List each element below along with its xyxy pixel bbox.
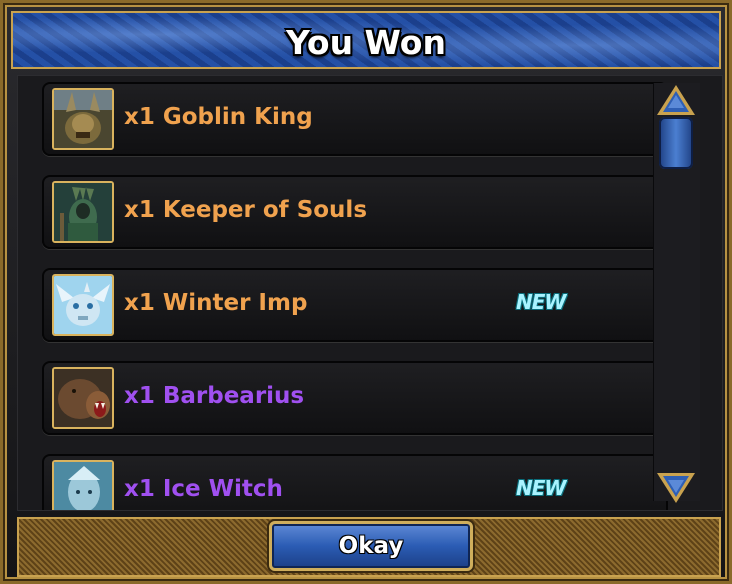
winter-imp-portrait: [52, 274, 114, 336]
keeper-of-souls-portrait: [52, 181, 114, 243]
reward-label: x1 Goblin King: [124, 104, 313, 130]
reward-list[interactable]: x1 Goblin King x1 Keeper of Souls x1 Win…: [17, 75, 723, 511]
triangle-up-icon: [657, 85, 695, 115]
okay-button[interactable]: Okay: [269, 521, 473, 571]
reward-item: x1 Ice Witch NEW: [42, 454, 668, 510]
barbearius-portrait: [52, 367, 114, 429]
dialog-title: You Won: [286, 23, 446, 62]
scrollbar-thumb[interactable]: [659, 117, 693, 169]
reward-item: x1 Keeper of Souls: [42, 175, 668, 249]
reward-label: x1 Winter Imp: [124, 290, 308, 316]
title-bar: You Won: [11, 11, 721, 69]
reward-item: x1 Barbearius: [42, 361, 668, 435]
triangle-down-icon: [657, 473, 695, 503]
reward-label: x1 Barbearius: [124, 383, 305, 409]
ice-witch-portrait: [52, 460, 114, 510]
goblin-king-portrait: [52, 88, 114, 150]
scroll-up-button[interactable]: [655, 83, 697, 119]
scroll-down-button[interactable]: [655, 469, 697, 505]
okay-button-label: Okay: [338, 533, 404, 559]
reward-item: x1 Goblin King: [42, 82, 668, 156]
reward-dialog: You Won x1 Goblin King x1 Keeper of Soul…: [0, 0, 732, 584]
new-badge: NEW: [516, 476, 566, 500]
new-badge: NEW: [516, 290, 566, 314]
reward-label: x1 Keeper of Souls: [124, 197, 368, 223]
reward-label: x1 Ice Witch: [124, 476, 283, 502]
reward-item: x1 Winter Imp NEW: [42, 268, 668, 342]
